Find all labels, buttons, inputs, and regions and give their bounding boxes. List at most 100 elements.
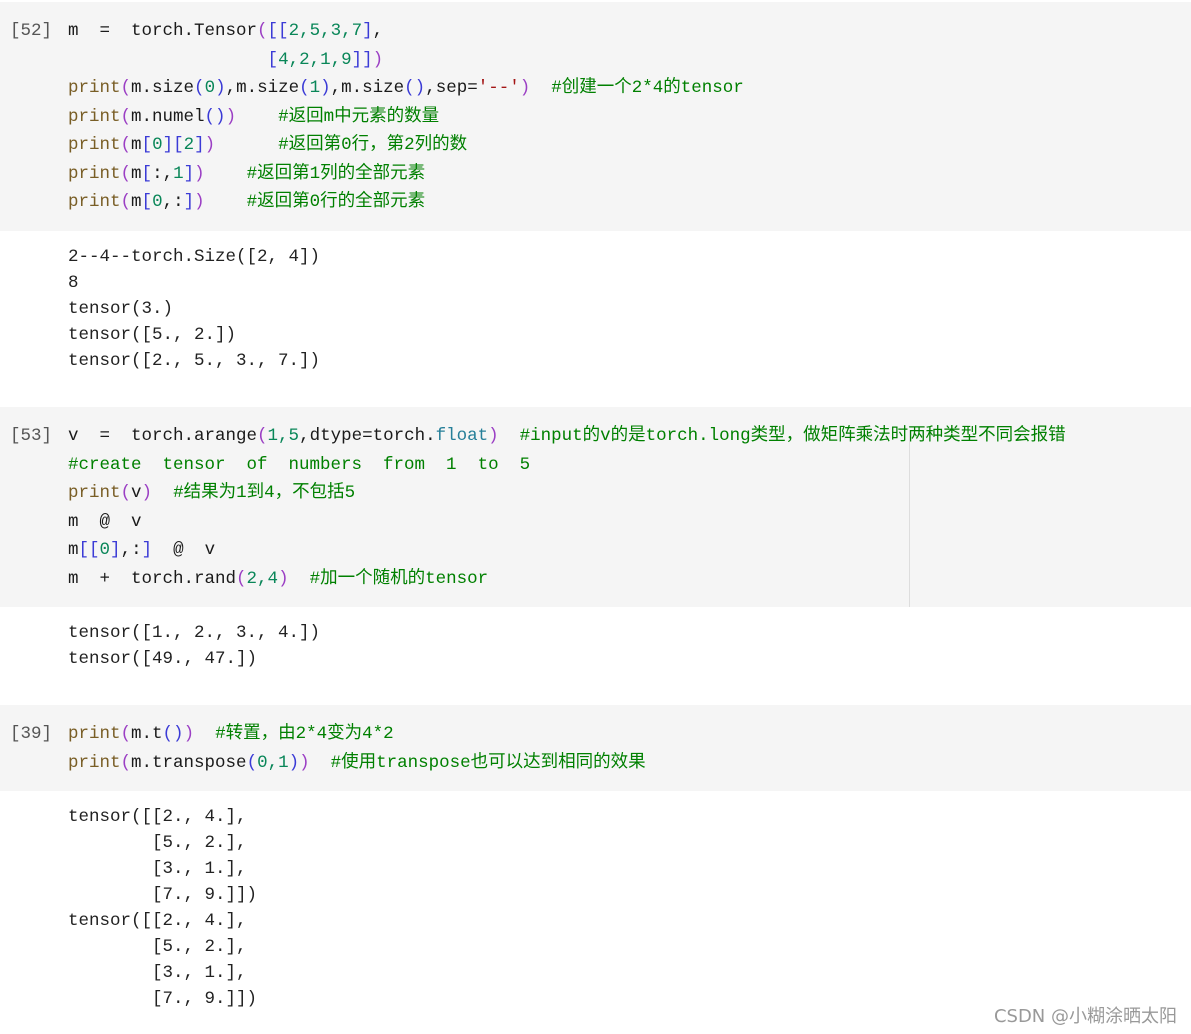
output-line: [3., 1.], — [68, 963, 247, 983]
output-line: [7., 9.]]) — [68, 885, 258, 905]
code-token: ( — [257, 21, 268, 41]
code-token: ,sep= — [425, 78, 478, 98]
code-token: ] — [110, 540, 121, 560]
code-token: @ v — [152, 540, 216, 560]
code-token: ) — [299, 752, 310, 773]
output-line: tensor([1., 2., 3., 4.]) — [68, 623, 321, 643]
output-line: tensor([49., 47.]) — [68, 649, 258, 669]
code-token: print — [68, 106, 121, 127]
code-token: m = torch.Tensor — [68, 21, 258, 41]
output-line: tensor([2., 5., 3., 7.]) — [68, 351, 321, 371]
code-token: print — [68, 78, 121, 98]
code-token: ) — [141, 483, 153, 503]
code-token: 4,2,1,9 — [278, 49, 352, 70]
code-token: print — [68, 724, 121, 744]
code-line: [4,2,1,9]]) — [68, 46, 1191, 75]
code-token: #使用transpose也可以达到相同的效果 — [309, 752, 646, 773]
code-token: ,m.size — [330, 78, 405, 98]
code-token: 0 — [204, 78, 216, 98]
code-token: m — [131, 135, 142, 155]
code-token: m — [131, 192, 142, 212]
code-token: [ — [141, 192, 153, 212]
code-token: ) — [519, 78, 531, 98]
code-token: 0,1 — [257, 752, 289, 773]
code-token: print — [68, 163, 121, 184]
code-token: ] — [183, 192, 195, 212]
output-line: [5., 2.], — [68, 833, 247, 853]
code-line: print(m[0,:]) #返回第0行的全部元素 — [68, 188, 1191, 217]
code-token: #结果为1到4，不包括5 — [152, 483, 356, 503]
code-token: print — [68, 192, 121, 212]
code-token: ,m.size — [225, 78, 300, 98]
code-token: ( — [120, 483, 132, 503]
code-line: print(m[0][2]) #返回第0行，第2列的数 — [68, 131, 1191, 160]
code-line: print(m[:,1]) #返回第1列的全部元素 — [68, 160, 1191, 189]
code-token: m.numel — [131, 106, 205, 127]
code-token: #create tensor of numbers from 1 to 5 — [68, 454, 531, 475]
code-token: #input的v的是torch.long类型，做矩阵乘法时两种类型不同会报错 — [498, 426, 1066, 446]
code-token: ( — [120, 752, 132, 773]
output-line: 8 — [68, 273, 79, 293]
code-token: ]] — [351, 49, 373, 70]
cell-prompt: [39] — [10, 724, 53, 744]
code-line: print(v) #结果为1到4，不包括5 — [68, 479, 1191, 508]
code-line: m[[0],:] @ v — [68, 536, 1191, 565]
code-token: ][ — [162, 135, 184, 155]
code-token: 1 — [309, 78, 321, 98]
code-token: () — [162, 724, 184, 744]
code-line: print(m.t()) #转置，由2*4变为4*2 — [68, 720, 1191, 749]
output-line: tensor([[2., 4.], — [68, 807, 247, 827]
code-token: ( — [246, 752, 258, 773]
cell-output: tensor([[2., 4.], [5., 2.], [3., 1.], [7… — [0, 791, 1191, 1034]
code-token: ,dtype=torch. — [299, 426, 436, 446]
code-token: ) — [183, 724, 195, 744]
code-cell[interactable]: [53] v = torch.arange(1,5,dtype=torch.flo… — [0, 407, 1191, 607]
code-token: #返回第1列的全部元素 — [204, 163, 426, 184]
code-token: print — [68, 752, 121, 773]
output-line: tensor([5., 2.]) — [68, 325, 237, 345]
code-token: ( — [120, 192, 132, 212]
code-token: m.size — [131, 78, 195, 98]
code-token: ,: — [120, 540, 142, 560]
code-token: 1,5 — [267, 426, 300, 446]
code-token: print — [68, 135, 121, 155]
code-token: [ — [141, 135, 153, 155]
code-token: ,: — [162, 192, 184, 212]
code-token: ( — [120, 78, 132, 98]
code-token: [[ — [267, 21, 289, 41]
code-token: ( — [299, 78, 310, 98]
code-line: m @ v — [68, 508, 1191, 537]
cell-prompt: [53] — [10, 426, 53, 446]
code-cell[interactable]: [39] print(m.t()) #转置，由2*4变为4*2 print(m.tr… — [0, 705, 1191, 791]
code-token: ) — [225, 106, 237, 127]
output-line: tensor([[2., 4.], — [68, 911, 247, 931]
cell-prompt: [52] — [10, 21, 53, 41]
code-token: ) — [204, 135, 216, 155]
code-token: 2 — [183, 135, 195, 155]
code-token: ( — [120, 106, 132, 127]
code-token: ) — [488, 426, 499, 446]
code-token: 0 — [152, 135, 163, 155]
code-token: 2,5,3,7 — [288, 21, 363, 41]
code-token: v = torch.arange — [68, 426, 258, 446]
code-line: v = torch.arange(1,5,dtype=torch.float) … — [68, 422, 1191, 451]
code-token: #返回第0行，第2列的数 — [215, 135, 468, 155]
code-token: ) — [288, 752, 300, 773]
code-token: ] — [183, 163, 195, 184]
code-line: print(m.size(0),m.size(1),m.size(),sep='… — [68, 74, 1191, 103]
output-line: [5., 2.], — [68, 937, 247, 957]
code-token: m — [68, 540, 79, 560]
code-token: ] — [362, 21, 373, 41]
code-line: m + torch.rand(2,4) #加一个随机的tensor — [68, 565, 1191, 594]
code-token: ( — [194, 78, 205, 98]
code-token: 2,4 — [246, 568, 279, 589]
code-token: ] — [194, 135, 205, 155]
code-token: ) — [320, 78, 331, 98]
code-token: [ — [141, 163, 153, 184]
code-token: m + torch.rand — [68, 568, 237, 589]
output-line: 2--4--torch.Size([2, 4]) — [68, 247, 321, 267]
code-token: ) — [194, 163, 205, 184]
code-cell[interactable]: [52] m = torch.Tensor([[2,5,3,7], [4,2,1,… — [0, 2, 1191, 231]
code-token: v — [131, 483, 142, 503]
code-token: ( — [120, 135, 132, 155]
